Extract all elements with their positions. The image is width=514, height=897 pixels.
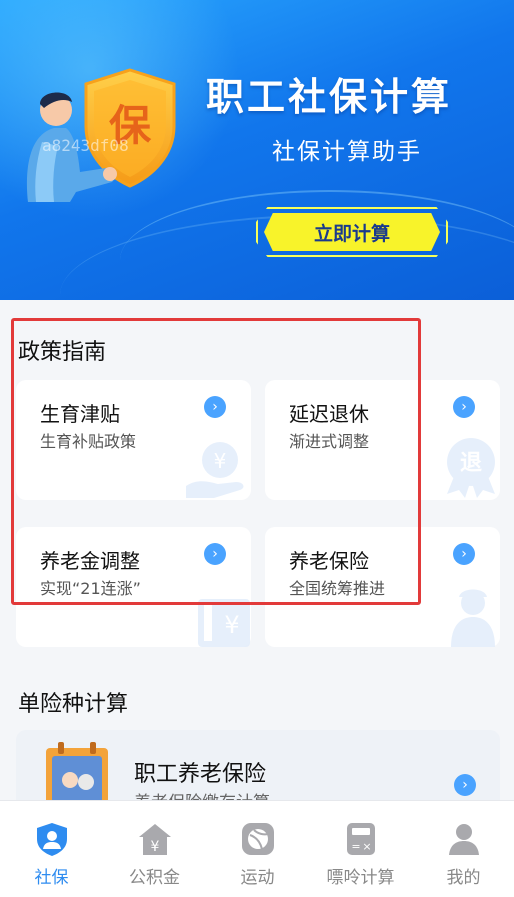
tab-label: 嘌呤计算 [326,868,395,888]
banner-title: 职工社保计算 [206,75,453,119]
svg-text:×: × [362,840,371,853]
tab-label: 运动 [240,868,275,888]
tab-label: 社保 [34,868,69,888]
tab-purine-calc[interactable]: = × 嘌呤计算 [309,801,412,897]
single-insurance-title: 单险种计算 [18,692,129,717]
yen-hand-icon: ¥ [186,442,244,498]
card-title: 延迟退休 [289,402,369,426]
badge-char: 退 [460,451,482,476]
card-subtitle: 全国统筹推进 [289,579,386,598]
ins-card-title: 职工养老保险 [134,762,267,787]
calculate-now-button[interactable]: 立即计算 [256,207,448,257]
card-subtitle: 渐进式调整 [289,432,370,451]
watermark-text: a8243df08 [42,136,129,155]
yen-document-icon: ¥ [198,599,250,647]
calculator-icon: = × [346,823,375,855]
tab-me[interactable]: 我的 [412,801,514,897]
policy-card-pension-adjustment[interactable]: 养老金调整 实现“21连涨” › ¥ [16,527,251,647]
hero-banner: 保 a8243df08 职工社保计算 社保计算助手 立即计算 [0,0,514,300]
policy-card-delayed-retirement[interactable]: 延迟退休 渐进式调整 › 退 [265,380,500,500]
pension-insurance-card[interactable]: 职工养老保险 养老保险缴存计算 › [16,730,500,810]
ball-icon [241,823,274,855]
tab-housing-fund[interactable]: ¥ 公积金 [103,801,206,897]
chevron-right-icon: › [454,774,476,796]
tab-sports[interactable]: 运动 [206,801,309,897]
chevron-right-icon: › [453,396,475,418]
card-title: 养老金调整 [40,549,140,573]
svg-text:=: = [351,840,360,853]
tab-label: 公积金 [129,868,180,888]
svg-text:¥: ¥ [214,449,227,473]
card-title: 生育津贴 [40,402,120,426]
user-icon [448,824,479,855]
shield-person-icon [36,823,67,856]
svg-text:¥: ¥ [224,611,239,639]
banner-subtitle: 社保计算助手 [272,139,422,165]
policy-card-pension-insurance[interactable]: 养老保险 全国统筹推进 › [265,527,500,647]
elderly-person-icon [451,589,495,647]
tab-social-security[interactable]: 社保 [0,801,103,897]
house-yen-icon: ¥ [138,824,171,855]
policy-title: 政策指南 [18,340,107,365]
card-subtitle: 实现“21连涨” [40,579,141,598]
chevron-right-icon: › [453,543,475,565]
card-title: 养老保险 [289,549,369,573]
bottom-tab-bar: 社保 ¥ 公积金 运动 = × 嘌呤计算 我的 [0,800,514,897]
policy-card-maternity[interactable]: 生育津贴 生育补贴政策 › ¥ [16,380,251,500]
card-subtitle: 生育补贴政策 [40,432,137,451]
chevron-right-icon: › [204,396,226,418]
svg-text:¥: ¥ [150,839,159,855]
calculate-now-label: 立即计算 [264,213,440,251]
chevron-right-icon: › [204,543,226,565]
retire-badge-icon: 退 [447,438,495,498]
tab-label: 我的 [446,868,481,888]
